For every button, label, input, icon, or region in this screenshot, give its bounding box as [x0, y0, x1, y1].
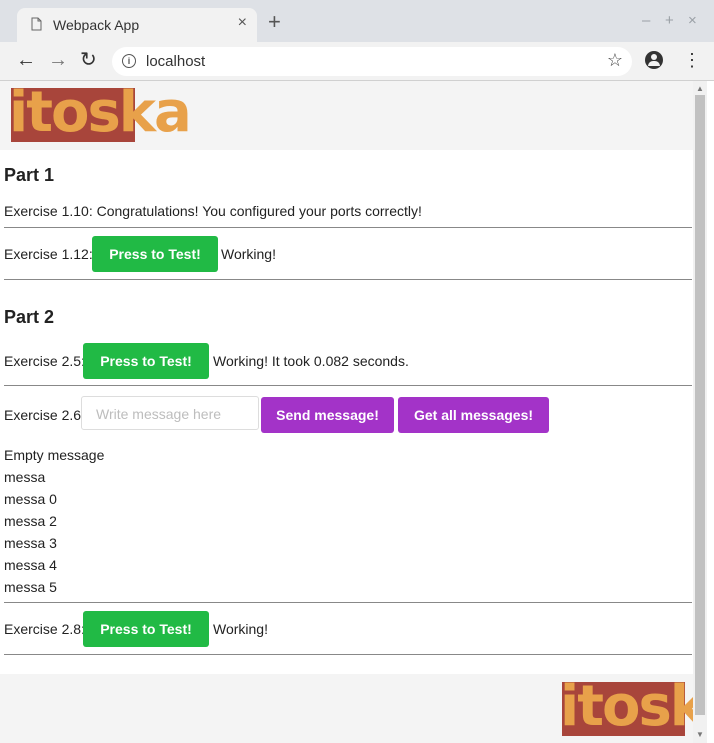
- page-footer: itoska: [0, 674, 693, 743]
- exercise-2-5-label: Exercise 2.5:: [4, 353, 85, 369]
- browser-menu-icon[interactable]: ⋮: [683, 51, 701, 69]
- message-item: messa 2: [4, 513, 57, 529]
- exercise-1-12-label: Exercise 1.12:: [4, 246, 93, 262]
- scroll-down-icon[interactable]: ▼: [696, 730, 704, 739]
- divider: [4, 654, 692, 655]
- divider: [4, 279, 692, 280]
- account-icon[interactable]: [645, 51, 663, 69]
- exercise-2-6-label: Exercise 2.6:: [4, 407, 85, 423]
- toska-logo: itoska: [9, 81, 192, 145]
- reload-icon[interactable]: ↻: [80, 48, 97, 72]
- window-edge: [707, 81, 714, 743]
- scrollbar-thumb[interactable]: [695, 95, 705, 715]
- forward-icon[interactable]: →: [48, 48, 68, 72]
- vertical-scrollbar[interactable]: ▲ ▼: [693, 81, 707, 743]
- exercise-2-8-status: Working!: [213, 621, 268, 637]
- page-icon: [31, 17, 42, 31]
- divider: [4, 385, 692, 386]
- message-item: messa 5: [4, 579, 57, 595]
- page-viewport: itoska Part 1 Exercise 1.10: Congratulat…: [0, 81, 693, 743]
- browser-tab[interactable]: Webpack App ×: [17, 8, 257, 42]
- window-close-icon[interactable]: ×: [688, 12, 697, 29]
- scroll-up-icon[interactable]: ▲: [696, 84, 704, 93]
- message-item: messa 3: [4, 535, 57, 551]
- exercise-1-12-status: Working!: [221, 246, 276, 262]
- minimize-icon[interactable]: –: [642, 12, 650, 29]
- browser-tabstrip: Webpack App × + – + ×: [0, 0, 714, 42]
- message-item: messa: [4, 469, 46, 485]
- divider: [4, 227, 692, 228]
- site-info-icon[interactable]: i: [122, 54, 136, 68]
- page-header: itoska: [0, 81, 693, 150]
- divider: [4, 602, 692, 603]
- new-tab-icon[interactable]: +: [268, 11, 281, 33]
- message-input[interactable]: Write message here: [81, 396, 259, 430]
- maximize-icon[interactable]: +: [665, 12, 674, 29]
- exercise-2-5-status: Working! It took 0.082 seconds.: [213, 353, 409, 369]
- exercise-1-12-test-button[interactable]: Press to Test!: [92, 236, 218, 272]
- message-item: messa 0: [4, 491, 57, 507]
- tab-close-icon[interactable]: ×: [238, 14, 247, 32]
- exercise-2-8-test-button[interactable]: Press to Test!: [83, 611, 209, 647]
- part2-heading: Part 2: [4, 307, 55, 327]
- exercise-1-10-text: Exercise 1.10: Congratulations! You conf…: [4, 203, 422, 219]
- url-text[interactable]: localhost: [146, 53, 205, 70]
- bookmark-star-icon[interactable]: ☆: [607, 50, 623, 71]
- message-item: Empty message: [4, 447, 105, 463]
- send-message-button[interactable]: Send message!: [261, 397, 394, 433]
- address-bar[interactable]: i localhost ☆: [112, 47, 632, 76]
- exercise-2-8-label: Exercise 2.8:: [4, 621, 85, 637]
- get-all-messages-button[interactable]: Get all messages!: [398, 397, 549, 433]
- exercise-2-5-test-button[interactable]: Press to Test!: [83, 343, 209, 379]
- back-icon[interactable]: ←: [16, 48, 36, 72]
- browser-toolbar: ← → ↻ i localhost ☆ ⋮: [0, 42, 714, 81]
- tab-title: Webpack App: [53, 17, 140, 33]
- message-item: messa 4: [4, 557, 57, 573]
- toska-footer-logo: itoska: [560, 674, 693, 739]
- part1-heading: Part 1: [4, 165, 55, 185]
